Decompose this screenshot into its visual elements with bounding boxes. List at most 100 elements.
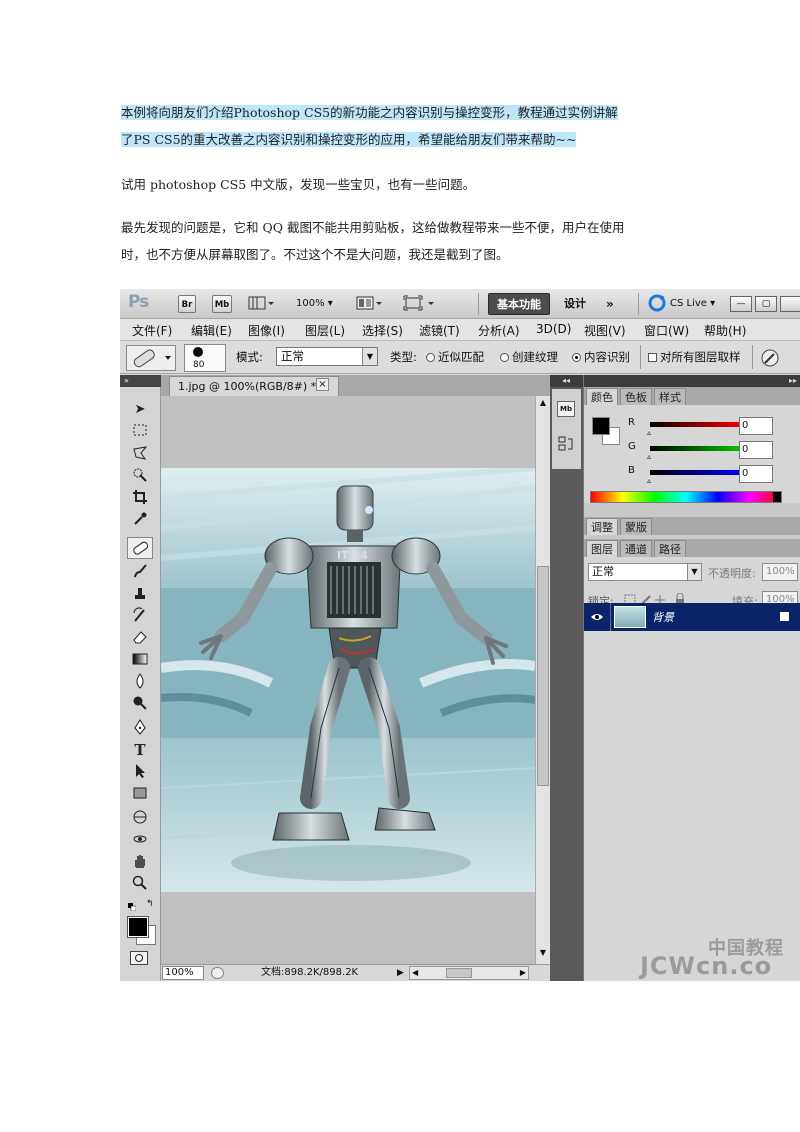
status-info-icon[interactable] bbox=[211, 967, 224, 979]
radio-create-texture[interactable]: 创建纹理 bbox=[500, 349, 558, 365]
cs-live-menu[interactable]: CS Live ▾ bbox=[670, 295, 715, 313]
marquee-tool-icon[interactable] bbox=[131, 423, 149, 441]
canvas-area[interactable]: IT 24 bbox=[161, 396, 535, 964]
move-tool-icon[interactable]: ➤ bbox=[131, 401, 149, 419]
type-tool-icon[interactable]: T bbox=[131, 741, 149, 759]
vertical-scrollbar[interactable]: ▲ ▼ bbox=[535, 396, 550, 964]
bridge-button[interactable]: Br bbox=[178, 295, 196, 313]
history-brush-tool-icon[interactable] bbox=[131, 607, 149, 625]
crop-tool-icon[interactable] bbox=[131, 489, 149, 507]
collapse-toolbox-icon[interactable]: » bbox=[120, 375, 161, 387]
foreground-color-swatch[interactable] bbox=[127, 916, 149, 938]
history-dock-icon[interactable] bbox=[557, 435, 575, 453]
tab-layers[interactable]: 图层 bbox=[586, 540, 618, 557]
menu-image[interactable]: 图像(I) bbox=[248, 322, 285, 339]
eyedropper-tool-icon[interactable] bbox=[131, 511, 149, 529]
zoom-field[interactable]: 100% bbox=[162, 966, 204, 980]
tab-channels[interactable]: 通道 bbox=[620, 540, 652, 557]
workspace-essentials-button[interactable]: 基本功能 bbox=[488, 293, 550, 315]
shape-tool-icon[interactable] bbox=[131, 785, 149, 803]
mini-bridge-button[interactable]: Mb bbox=[212, 295, 232, 313]
expand-dock-icon[interactable]: ◂◂ bbox=[550, 375, 583, 387]
radio-content-aware[interactable]: 内容识别 bbox=[572, 349, 630, 365]
red-value-input[interactable]: 0 bbox=[739, 417, 773, 435]
quick-mask-icon[interactable] bbox=[130, 951, 148, 965]
3d-orbit-tool-icon[interactable] bbox=[131, 831, 149, 849]
tab-swatches[interactable]: 色板 bbox=[620, 388, 652, 405]
view-extras-icon[interactable] bbox=[248, 295, 274, 313]
document-tab[interactable]: 1.jpg @ 100%(RGB/8#) * × bbox=[169, 376, 339, 396]
tablet-pressure-icon[interactable] bbox=[760, 348, 780, 371]
default-colors-icon[interactable] bbox=[128, 901, 137, 912]
spot-healing-tool-icon[interactable] bbox=[127, 537, 153, 559]
close-window-button[interactable] bbox=[780, 296, 800, 312]
tab-adjustments[interactable]: 调整 bbox=[586, 518, 618, 535]
close-tab-icon[interactable]: × bbox=[316, 378, 329, 391]
blend-mode-select[interactable]: 正常 ▼ bbox=[588, 563, 702, 581]
status-menu-arrow-icon[interactable]: ▶ bbox=[397, 966, 404, 980]
brush-picker[interactable]: 80 bbox=[184, 344, 226, 372]
menu-view[interactable]: 视图(V) bbox=[584, 322, 626, 339]
scroll-down-icon[interactable]: ▼ bbox=[537, 948, 549, 960]
menu-window[interactable]: 窗口(W) bbox=[644, 322, 689, 339]
green-slider-handle-icon[interactable]: ▵ bbox=[647, 452, 651, 461]
hand-tool-icon[interactable] bbox=[131, 853, 149, 871]
eye-icon[interactable] bbox=[590, 611, 604, 626]
sample-all-layers-checkbox[interactable]: 对所有图层取样 bbox=[648, 349, 741, 365]
path-selection-tool-icon[interactable] bbox=[131, 763, 149, 781]
radio-proximity-match[interactable]: 近似匹配 bbox=[426, 349, 484, 365]
menu-layer[interactable]: 图层(L) bbox=[305, 322, 345, 339]
menu-file[interactable]: 文件(F) bbox=[132, 322, 172, 339]
horizontal-scroll-thumb[interactable] bbox=[446, 968, 472, 978]
blue-slider-handle-icon[interactable]: ▵ bbox=[647, 476, 651, 485]
pen-tool-icon[interactable] bbox=[131, 719, 149, 737]
workspace-design-button[interactable]: 设计 bbox=[564, 295, 586, 313]
menu-select[interactable]: 选择(S) bbox=[362, 322, 403, 339]
mode-select[interactable]: 正常 ▼ bbox=[276, 347, 378, 366]
blur-tool-icon[interactable] bbox=[131, 673, 149, 691]
scroll-up-icon[interactable]: ▲ bbox=[537, 398, 549, 410]
menu-filter[interactable]: 滤镜(T) bbox=[419, 322, 460, 339]
zoom-tool-icon[interactable] bbox=[131, 875, 149, 893]
menu-analysis[interactable]: 分析(A) bbox=[478, 322, 520, 339]
tab-color[interactable]: 颜色 bbox=[586, 388, 618, 405]
layer-row-background[interactable]: 背景 bbox=[584, 603, 800, 631]
horizontal-scrollbar[interactable]: ◀ ▶ bbox=[409, 966, 529, 980]
tab-masks[interactable]: 蒙版 bbox=[620, 518, 652, 535]
robot-photo[interactable]: IT 24 bbox=[161, 468, 535, 892]
menu-3d[interactable]: 3D(D) bbox=[536, 322, 571, 336]
menu-help[interactable]: 帮助(H) bbox=[704, 322, 746, 339]
scroll-right-icon[interactable]: ▶ bbox=[520, 967, 526, 979]
vertical-scroll-thumb[interactable] bbox=[537, 566, 549, 786]
arrange-documents-icon[interactable] bbox=[356, 295, 384, 313]
swap-colors-icon[interactable]: ↰ bbox=[146, 899, 154, 909]
blue-value-input[interactable]: 0 bbox=[739, 465, 773, 483]
gradient-tool-icon[interactable] bbox=[131, 651, 149, 669]
scroll-left-icon[interactable]: ◀ bbox=[410, 967, 418, 979]
eraser-tool-icon[interactable] bbox=[131, 629, 149, 647]
menu-edit[interactable]: 编辑(E) bbox=[191, 322, 232, 339]
minimize-button[interactable]: — bbox=[730, 296, 752, 312]
3d-rotate-tool-icon[interactable] bbox=[131, 809, 149, 827]
zoom-dropdown[interactable]: 100% ▾ bbox=[296, 295, 333, 313]
black-spectrum-chip[interactable] bbox=[773, 492, 781, 502]
mini-bridge-dock-icon[interactable]: Mb bbox=[557, 401, 575, 417]
brush-tool-icon[interactable] bbox=[131, 563, 149, 581]
screen-mode-icon[interactable] bbox=[402, 295, 436, 313]
tab-styles[interactable]: 样式 bbox=[654, 388, 686, 405]
red-ramp[interactable] bbox=[650, 422, 744, 427]
tab-paths[interactable]: 路径 bbox=[654, 540, 686, 557]
color-panel-foreground-swatch[interactable] bbox=[592, 417, 610, 435]
red-slider-handle-icon[interactable]: ▵ bbox=[647, 428, 651, 437]
opacity-input[interactable]: 100% bbox=[762, 563, 798, 581]
green-value-input[interactable]: 0 bbox=[739, 441, 773, 459]
clone-stamp-tool-icon[interactable] bbox=[131, 585, 149, 603]
lasso-tool-icon[interactable] bbox=[131, 445, 149, 463]
tool-preset-picker[interactable] bbox=[126, 345, 176, 371]
dodge-tool-icon[interactable] bbox=[131, 695, 149, 713]
color-spectrum-bar[interactable] bbox=[590, 491, 782, 503]
green-ramp[interactable] bbox=[650, 446, 744, 451]
workspace-more-button[interactable]: » bbox=[606, 295, 614, 313]
quick-selection-tool-icon[interactable] bbox=[131, 467, 149, 485]
collapse-panels-icon[interactable]: ▸▸ bbox=[789, 375, 797, 387]
